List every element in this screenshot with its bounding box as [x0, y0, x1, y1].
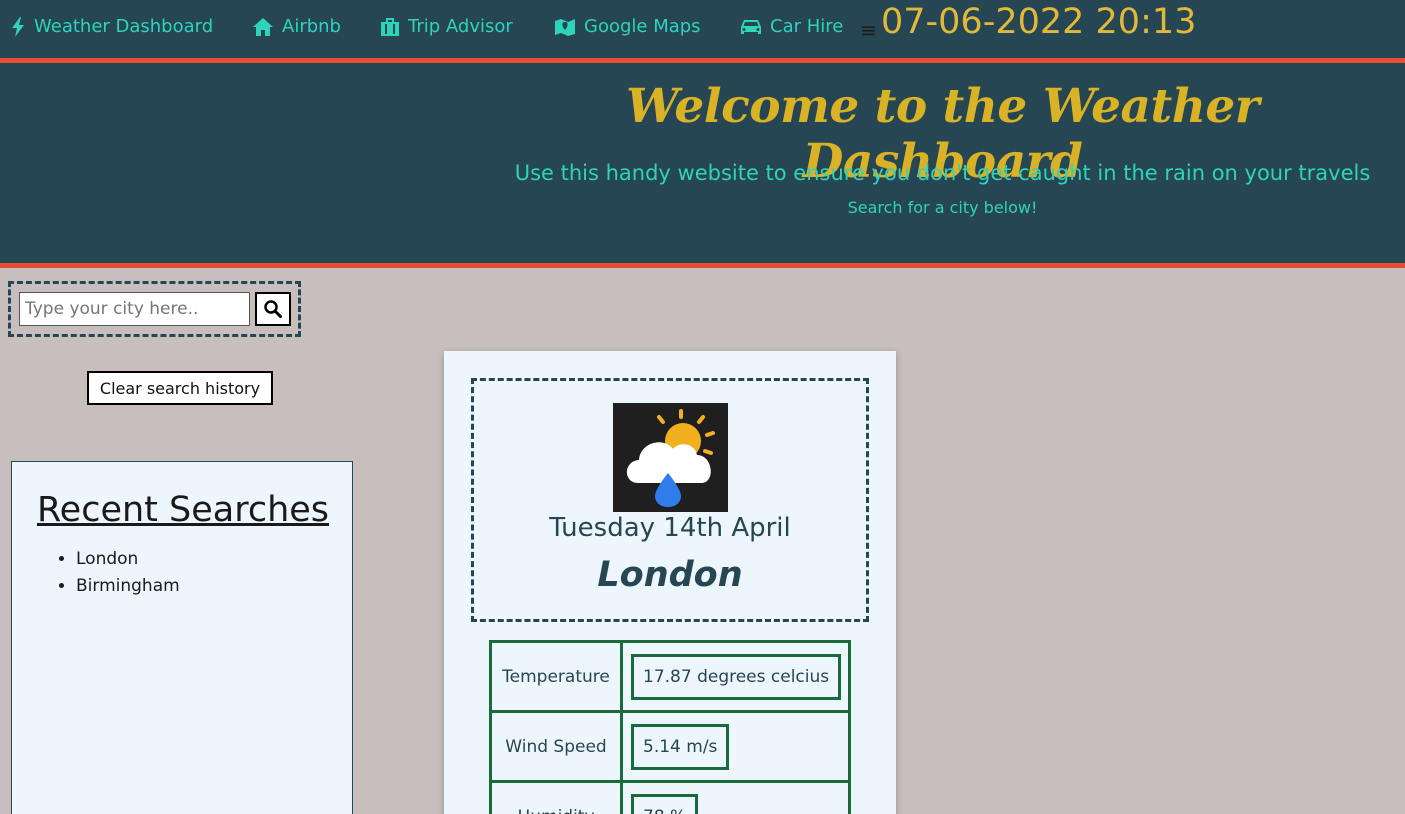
nav-label: Car Hire — [770, 16, 844, 37]
recent-search-item[interactable]: Birmingham — [76, 573, 180, 600]
nav-google-maps[interactable]: Google Maps — [554, 16, 701, 37]
nav-trip-advisor[interactable]: Trip Advisor — [380, 16, 513, 37]
recent-searches-panel: Recent Searches London Birmingham — [11, 461, 353, 814]
stat-value: 78 % — [631, 793, 699, 814]
current-datetime: 07-06-2022 20:13 — [881, 2, 1197, 42]
recent-searches-title: Recent Searches — [36, 490, 330, 530]
home-icon — [253, 17, 273, 36]
table-row: Humidity 78 % — [489, 780, 851, 814]
search-icon — [264, 300, 282, 318]
stat-label: Temperature — [489, 640, 623, 713]
nav-label: Airbnb — [282, 16, 341, 37]
nav-label: Trip Advisor — [408, 16, 513, 37]
forecast-date: Tuesday 14th April — [549, 513, 791, 543]
car-icon — [741, 19, 761, 34]
nav-car-hire[interactable]: Car Hire — [740, 16, 843, 37]
hero-header: Welcome to the Weather Dashboard Use thi… — [0, 58, 1405, 268]
search-form — [8, 281, 301, 337]
table-row: Temperature 17.87 degrees celcius — [489, 640, 851, 713]
map-icon — [555, 18, 575, 36]
hamburger-menu-icon[interactable]: ≡ — [860, 18, 877, 42]
cloud-sun-rain-icon — [613, 403, 728, 512]
nav-weather-dashboard[interactable]: Weather Dashboard — [10, 16, 213, 37]
nav-label: Google Maps — [584, 16, 701, 37]
city-search-input[interactable] — [19, 292, 250, 326]
suitcase-icon — [381, 17, 399, 36]
header-subtitle: Use this handy website to ensure you don… — [514, 161, 1371, 185]
top-navbar: Weather Dashboard Airbnb Trip Advisor Go… — [0, 0, 1405, 58]
forecast-city: London — [597, 555, 743, 595]
stat-value: 5.14 m/s — [631, 723, 730, 770]
lightning-icon — [12, 16, 24, 37]
recent-searches-list: London Birmingham — [76, 546, 180, 600]
stat-value: 17.87 degrees celcius — [631, 653, 842, 700]
weather-card: Tuesday 14th April London Temperature 17… — [444, 351, 896, 814]
search-button[interactable] — [255, 292, 291, 326]
header-hint: Search for a city below! — [847, 198, 1038, 217]
clear-history-button[interactable]: Clear search history — [87, 371, 273, 405]
nav-airbnb[interactable]: Airbnb — [252, 16, 341, 37]
nav-label: Weather Dashboard — [34, 16, 214, 37]
table-row: Wind Speed 5.14 m/s — [489, 710, 851, 783]
stat-label: Humidity — [489, 780, 623, 814]
weather-summary: Tuesday 14th April London — [471, 378, 869, 622]
weather-stats-table: Temperature 17.87 degrees celcius Wind S… — [489, 640, 851, 814]
stat-label: Wind Speed — [489, 710, 623, 783]
recent-search-item[interactable]: London — [76, 546, 180, 573]
